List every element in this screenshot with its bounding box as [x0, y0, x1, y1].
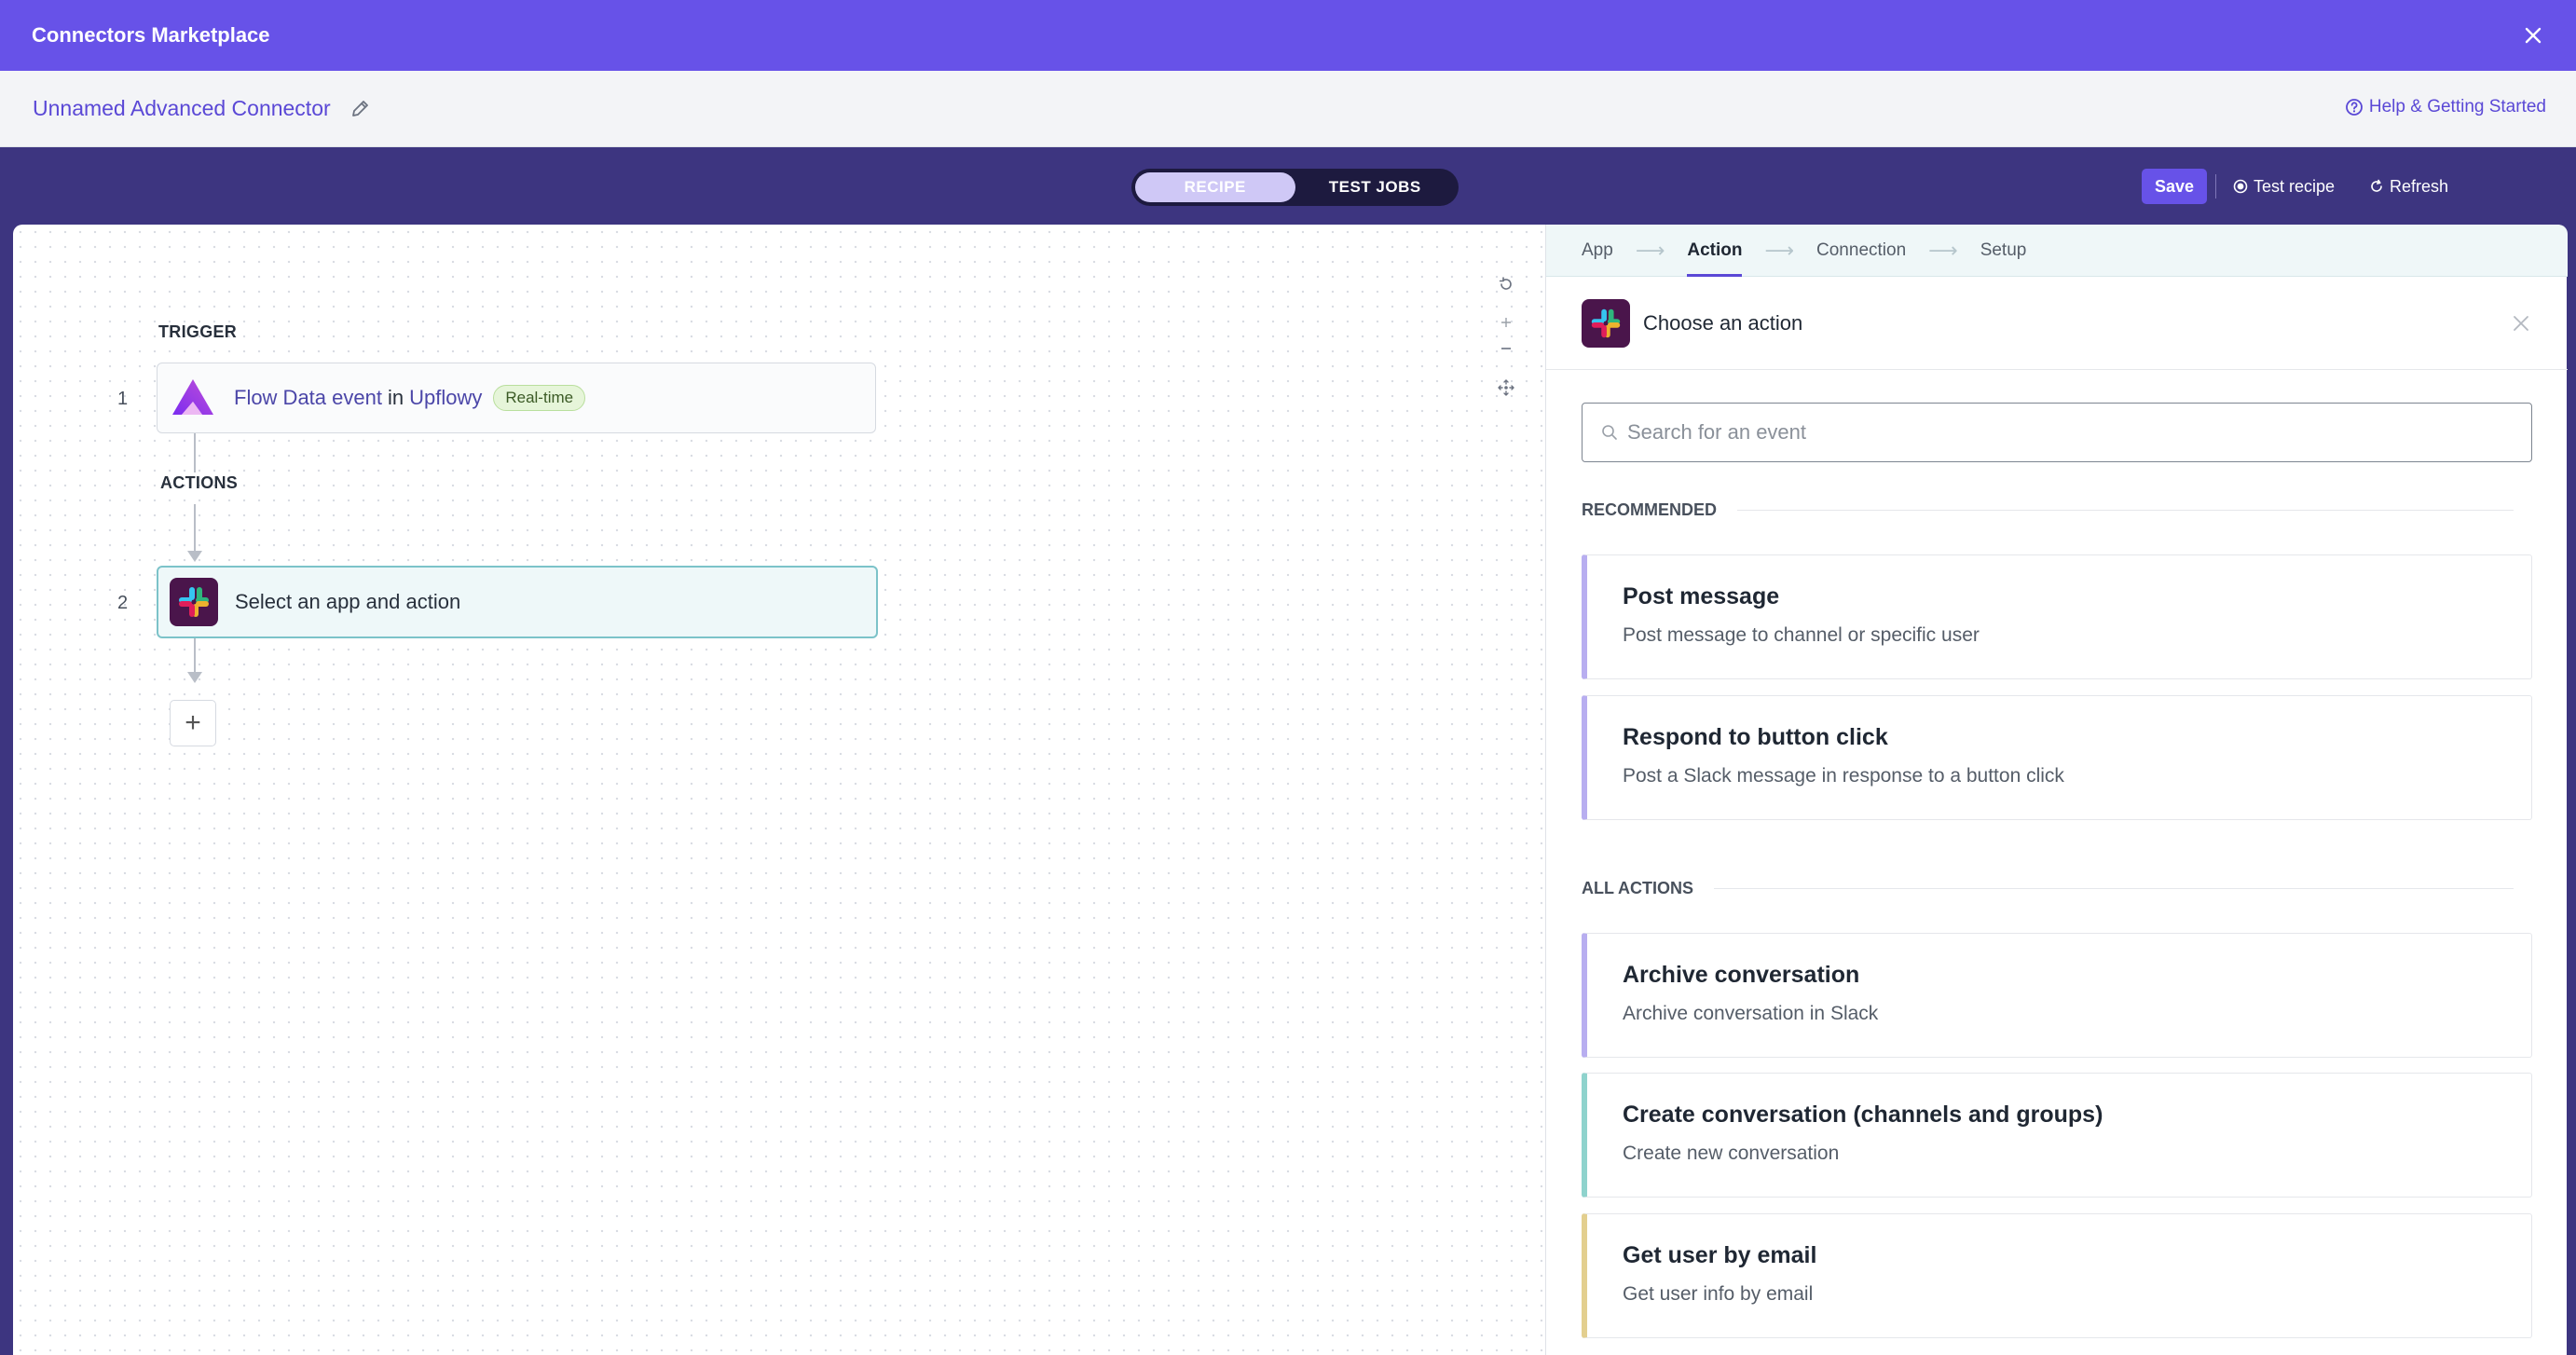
action-description: Get user info by email	[1623, 1283, 1814, 1305]
arrow-right-icon: ⟶	[1928, 238, 1958, 262]
edit-name-button[interactable]	[348, 97, 372, 121]
toolbar-divider	[2215, 174, 2216, 198]
recommended-label-text: RECOMMENDED	[1582, 500, 1718, 519]
action-step-card[interactable]: Select an app and action	[157, 566, 878, 638]
marketplace-title: Connectors Marketplace	[32, 23, 270, 47]
slack-logo-icon	[1582, 298, 1630, 348]
reset-icon	[1499, 277, 1512, 290]
close-icon	[2514, 316, 2528, 331]
actions-label: ACTIONS	[160, 473, 239, 492]
realtime-badge: Real-time	[493, 385, 586, 411]
close-marketplace-button[interactable]	[2516, 19, 2550, 52]
zoom-out-button[interactable]	[1489, 332, 1523, 365]
search-icon	[1602, 425, 1617, 440]
pencil-icon	[351, 100, 368, 116]
action-card-archive-conversation[interactable]: Archive conversation Archive conversatio…	[1582, 933, 2532, 1058]
fit-icon	[1498, 379, 1514, 396]
test-recipe-button[interactable]: Test recipe	[2233, 174, 2335, 198]
view-switcher: RECIPE TEST JOBS	[1131, 169, 1459, 206]
event-search-box[interactable]	[1582, 403, 2532, 462]
in-word: in	[387, 386, 404, 409]
arrow-down-icon	[187, 551, 202, 562]
panel-header: Choose an action	[1546, 277, 2568, 370]
action-card-get-user-by-email[interactable]: Get user by email Get user info by email	[1582, 1213, 2532, 1338]
recommended-section-label: RECOMMENDED	[1582, 500, 2514, 520]
help-getting-started-link[interactable]: Help & Getting Started	[2345, 97, 2546, 117]
trigger-step-card[interactable]: Flow Data event in Upflowy Real-time	[157, 363, 876, 433]
action-card-respond-to-button-click[interactable]: Respond to button click Post a Slack mes…	[1582, 695, 2532, 820]
fit-view-button[interactable]	[1489, 371, 1523, 404]
reset-view-button[interactable]	[1489, 267, 1523, 301]
connector-name[interactable]: Unnamed Advanced Connector	[33, 96, 331, 121]
trigger-label: TRIGGER	[158, 322, 238, 341]
save-button[interactable]: Save	[2142, 169, 2207, 204]
panel-title: Choose an action	[1643, 310, 1803, 335]
arrow-down-icon	[187, 672, 202, 683]
trigger-step-text: Flow Data event in Upflowy Real-time	[234, 385, 586, 411]
step-number-1: 1	[117, 389, 129, 409]
arrow-right-icon: ⟶	[1764, 238, 1795, 262]
tab-recipe[interactable]: RECIPE	[1135, 172, 1295, 202]
wizard-step-connection[interactable]: Connection	[1816, 225, 1906, 277]
refresh-icon	[2371, 179, 2382, 192]
wizard-step-action[interactable]: Action	[1687, 225, 1743, 277]
action-title: Create conversation (channels and groups…	[1623, 1102, 2103, 1128]
record-icon	[2233, 179, 2248, 194]
wizard-step-setup[interactable]: Setup	[1980, 225, 2027, 277]
connector-header: Unnamed Advanced Connector Help & Gettin…	[0, 71, 2576, 147]
action-card-post-message[interactable]: Post message Post message to channel or …	[1582, 554, 2532, 679]
all-actions-section-label: ALL ACTIONS	[1582, 879, 2514, 898]
all-actions-label-text: ALL ACTIONS	[1582, 879, 1693, 897]
close-icon	[2525, 27, 2542, 44]
slack-logo-icon	[170, 578, 218, 626]
upflowy-logo-icon	[169, 374, 217, 422]
help-label: Help & Getting Started	[2368, 97, 2546, 116]
connector-line	[194, 504, 196, 553]
close-panel-button[interactable]	[2506, 308, 2536, 338]
arrow-right-icon: ⟶	[1635, 238, 1665, 262]
step-number-2: 2	[117, 593, 129, 613]
trigger-event-name[interactable]: Flow Data event	[234, 386, 382, 410]
action-description: Post message to channel or specific user	[1623, 624, 1980, 646]
tab-test-jobs[interactable]: TEST JOBS	[1295, 172, 1456, 202]
action-title: Get user by email	[1623, 1242, 1817, 1268]
action-card-create-conversation[interactable]: Create conversation (channels and groups…	[1582, 1073, 2532, 1198]
action-description: Create new conversation	[1623, 1143, 1840, 1164]
help-circle-icon	[2345, 99, 2363, 116]
action-step-text: Select an app and action	[235, 590, 461, 613]
recipe-canvas[interactable]: TRIGGER 1 Flow Data event in Upflowy Rea…	[13, 225, 1545, 1355]
connector-line	[194, 638, 196, 674]
action-picker-panel: App ⟶ Action ⟶ Connection ⟶ Setup Choose…	[1545, 225, 2568, 1355]
refresh-button[interactable]: Refresh	[2369, 174, 2448, 198]
action-description: Archive conversation in Slack	[1623, 1003, 1879, 1024]
marketplace-header: Connectors Marketplace	[0, 0, 2576, 71]
test-recipe-label: Test recipe	[2254, 176, 2336, 196]
action-title: Archive conversation	[1623, 962, 1860, 988]
action-title: Post message	[1623, 583, 1780, 609]
trigger-app-name[interactable]: Upflowy	[409, 386, 482, 410]
wizard-step-app[interactable]: App	[1582, 225, 1613, 277]
refresh-label: Refresh	[2390, 176, 2449, 196]
add-step-button[interactable]: +	[170, 700, 216, 746]
connector-line	[194, 433, 196, 472]
wizard-steps-nav: App ⟶ Action ⟶ Connection ⟶ Setup	[1546, 225, 2568, 277]
zoom-in-icon	[1501, 318, 1511, 327]
action-title: Respond to button click	[1623, 724, 1888, 750]
action-description: Post a Slack message in response to a bu…	[1623, 765, 2064, 787]
zoom-out-icon	[1501, 348, 1511, 349]
event-search-input[interactable]	[1627, 420, 2522, 445]
